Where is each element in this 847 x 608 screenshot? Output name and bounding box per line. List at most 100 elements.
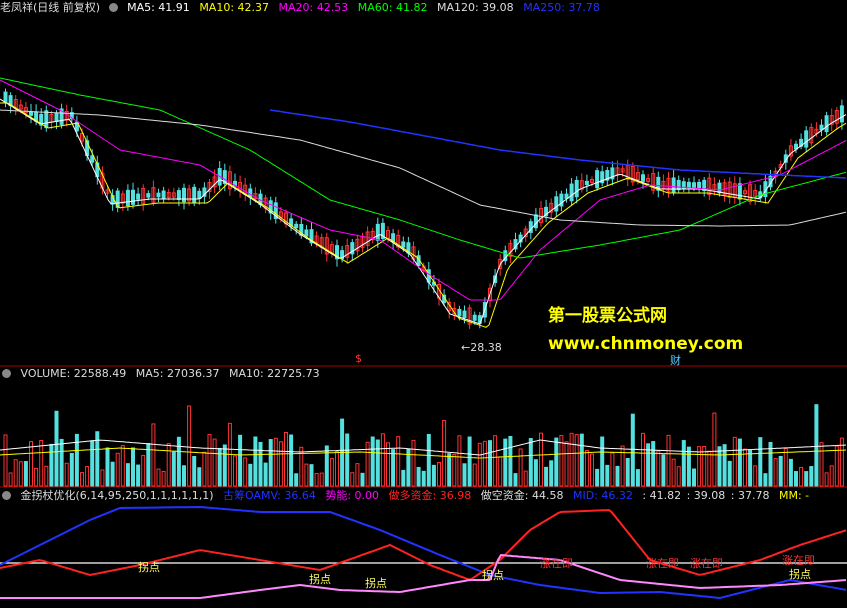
volume-bar <box>29 441 33 487</box>
volume-bar <box>273 437 278 487</box>
collapse-toggle-icon[interactable] <box>2 491 11 500</box>
volume-bar <box>360 472 365 487</box>
stock-title: 老凤祥(日线 前复权) <box>0 1 101 14</box>
volume-bar <box>375 439 380 487</box>
volume-bar <box>396 436 401 487</box>
volume-bar <box>289 434 294 487</box>
volume-bar <box>44 465 49 487</box>
event-marker-right[interactable]: 财 <box>670 352 681 368</box>
volume-bar <box>222 444 227 487</box>
candle-body <box>686 181 691 189</box>
volume-bar <box>355 463 360 487</box>
volume-bar <box>829 465 834 487</box>
volume-bar <box>431 464 436 487</box>
volume-bar <box>49 443 54 487</box>
candle-body <box>197 190 202 200</box>
candle-body <box>671 177 676 193</box>
volume-bar <box>544 466 549 487</box>
volume-bar <box>630 413 635 487</box>
volume-bar <box>59 438 64 487</box>
candle-body <box>375 223 380 241</box>
candle-body <box>304 229 309 237</box>
volume-bar <box>120 445 125 487</box>
volume-bar <box>100 469 105 487</box>
volume-bar <box>569 432 574 487</box>
volume-bar <box>314 473 319 487</box>
event-marker-left[interactable]: $ <box>355 352 362 365</box>
volume-bar <box>192 455 197 487</box>
volume-bar <box>115 452 120 487</box>
volume-bar <box>763 473 768 487</box>
volume-bar <box>380 433 385 487</box>
volume-bar <box>513 473 518 487</box>
chart-canvas[interactable] <box>0 0 847 608</box>
volume-bar <box>472 463 477 487</box>
collapse-toggle-icon[interactable] <box>2 369 11 378</box>
candle-body <box>569 183 574 202</box>
volume-bar <box>207 434 212 487</box>
volume-bar <box>743 448 747 487</box>
volume-bar <box>799 466 804 487</box>
volume-bar <box>452 454 457 487</box>
volume-bar <box>707 450 712 487</box>
volume-bar <box>819 442 824 487</box>
price-panel-header: 老凤祥(日线 前复权) MA5: 41.91 MA10: 42.37 MA20:… <box>0 0 606 16</box>
candle-body <box>182 187 186 203</box>
volume-bar <box>590 453 594 487</box>
volume-bar <box>151 423 156 487</box>
ma20-label: MA20: 42.53 <box>278 1 349 14</box>
volume-bar <box>773 458 778 487</box>
candle-body <box>457 308 462 317</box>
volume-bar <box>278 441 283 487</box>
watermark-title: 第一股票公式网 <box>548 306 667 326</box>
low-price-label: ←28.38 <box>461 341 502 354</box>
ma120-line <box>0 109 847 227</box>
volume-bar <box>248 463 253 487</box>
inflection-point-label: 拐点 <box>789 568 811 581</box>
volume-bar <box>182 465 186 487</box>
ma5-line <box>0 98 847 325</box>
candle-body <box>533 214 538 229</box>
rise-imminent-label: 涨在即 <box>690 557 723 570</box>
candle-body <box>839 105 844 123</box>
volume-bar <box>651 441 656 487</box>
volume-bar <box>125 463 130 487</box>
volume-bar <box>503 438 508 487</box>
indicator-panel-header: 金拐杖优化(6,14,95,250,1,1,1,1,1,1) 古筹OAMV: 3… <box>0 488 815 504</box>
candle-body <box>176 190 181 200</box>
volume-bar <box>523 470 528 487</box>
volume-bar <box>110 461 115 487</box>
volume-bar <box>605 464 610 487</box>
volume-bar <box>783 448 788 487</box>
volume-bar <box>309 464 314 487</box>
stock-chart-window: 老凤祥(日线 前复权) MA5: 41.91 MA10: 42.37 MA20:… <box>0 0 847 608</box>
volume-bar <box>717 446 722 487</box>
volume-bar <box>350 472 355 487</box>
volume-bar <box>824 472 829 487</box>
volume-bar <box>600 436 605 487</box>
candle-body <box>692 182 696 188</box>
volume-bar <box>187 405 192 487</box>
volume-bar <box>804 471 809 487</box>
ma60-line <box>0 77 847 259</box>
candle-body <box>294 223 299 229</box>
volume-bar <box>64 462 69 487</box>
volume-bar <box>197 467 202 487</box>
candle-body <box>136 193 141 200</box>
volume-bar <box>335 450 339 487</box>
ma60-label: MA60: 41.82 <box>357 1 428 14</box>
candle-body <box>401 241 406 248</box>
collapse-toggle-icon[interactable] <box>108 3 118 12</box>
candle-body <box>125 189 130 207</box>
candle-body <box>584 180 589 186</box>
volume-ma10-label: MA10: 22725.73 <box>228 367 320 380</box>
volume-bar <box>788 458 793 487</box>
candle-body <box>472 314 477 321</box>
volume-bar <box>105 447 110 487</box>
volume-bar <box>498 456 503 487</box>
volume-bar <box>294 473 299 487</box>
rise-imminent-label: 涨在即 <box>540 557 573 570</box>
volume-bar <box>574 434 579 487</box>
volume-bar <box>814 404 819 487</box>
potential-label: 势能: 0.00 <box>325 489 380 502</box>
